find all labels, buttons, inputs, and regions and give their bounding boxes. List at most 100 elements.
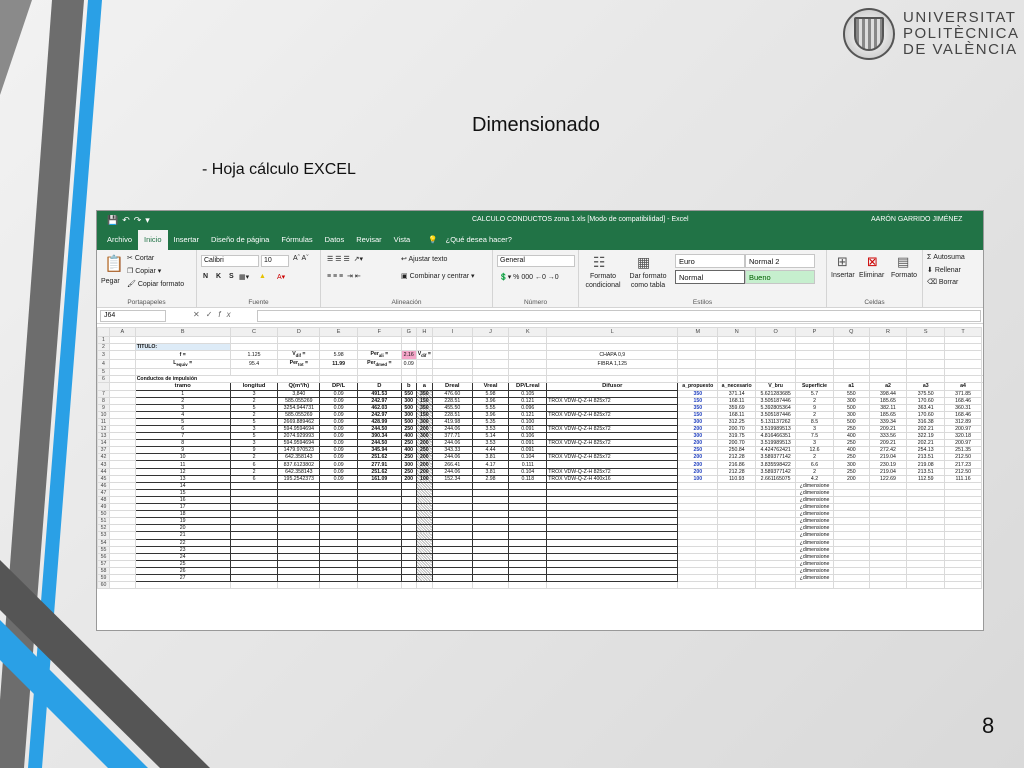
cell-dpl[interactable]: 0.09 [319, 403, 358, 412]
column-header-T[interactable]: T [944, 327, 982, 337]
cell-vb[interactable]: 2.661165075 [755, 474, 797, 483]
cell[interactable] [471, 566, 510, 575]
cell[interactable] [546, 559, 679, 568]
cell-a4[interactable]: 168.46 [944, 396, 982, 405]
cell-long[interactable]: 5 [229, 432, 279, 441]
cell[interactable] [795, 343, 834, 352]
cell[interactable] [944, 559, 982, 568]
cell[interactable] [400, 581, 417, 590]
cell-status[interactable]: ¿dimensione [795, 481, 834, 490]
cell[interactable] [319, 531, 358, 540]
cell[interactable] [415, 538, 433, 547]
column-header-Q[interactable]: Q [832, 327, 870, 337]
cell-ap[interactable]: 150 [677, 396, 719, 405]
cell-d[interactable]: 390.34 [356, 432, 402, 441]
cell-b[interactable]: 250 [400, 424, 417, 434]
cell-ap[interactable]: 250 [677, 446, 719, 455]
cell[interactable] [546, 375, 679, 384]
cell[interactable] [944, 545, 982, 554]
column-header-B[interactable]: B [134, 327, 231, 337]
insert-cells-icon[interactable]: ⊞ [837, 254, 848, 270]
cell[interactable] [546, 335, 679, 345]
cell-b[interactable]: 250 [400, 467, 417, 476]
param-value[interactable]: 0.09 [400, 359, 417, 370]
cell[interactable] [677, 510, 719, 519]
cell[interactable] [717, 517, 757, 526]
select-all-corner[interactable] [97, 327, 110, 337]
row-header[interactable]: 57 [97, 559, 110, 568]
cell[interactable] [319, 488, 358, 497]
cell-status[interactable]: ¿dimensione [795, 559, 834, 568]
cell[interactable] [906, 581, 946, 590]
cell-dif[interactable] [546, 432, 679, 441]
cell-dpl[interactable]: 0.09 [319, 446, 358, 455]
cell[interactable] [832, 495, 870, 505]
cell-dreal[interactable]: 455.50 [431, 403, 473, 412]
cell[interactable] [319, 552, 358, 561]
cell[interactable] [356, 495, 402, 505]
cell-a3[interactable]: 375.50 [906, 389, 946, 398]
copy-button[interactable]: ❐ Copiar ▾ [127, 267, 161, 275]
cell-a1[interactable]: 300 [832, 460, 870, 469]
cell[interactable] [944, 552, 982, 561]
cell[interactable] [471, 343, 510, 352]
cell-dreal[interactable]: 228.51 [431, 396, 473, 405]
cell-a[interactable]: 100 [415, 474, 433, 483]
param-label[interactable]: f = [134, 350, 231, 361]
cell-dplr[interactable]: 0.121 [508, 396, 548, 405]
cell[interactable] [400, 552, 417, 561]
cell[interactable] [677, 375, 719, 384]
cell[interactable] [108, 446, 136, 455]
cell-d[interactable]: 244.50 [356, 424, 402, 434]
cell-a4[interactable]: 200.97 [944, 424, 982, 434]
cell[interactable] [108, 439, 136, 448]
cell[interactable] [944, 510, 982, 519]
cell[interactable] [868, 481, 908, 490]
cell[interactable] [546, 566, 679, 575]
cell[interactable] [868, 359, 908, 370]
cell-a2[interactable]: 398.44 [868, 389, 908, 398]
cell[interactable] [431, 566, 473, 575]
cell[interactable] [319, 495, 358, 505]
clear-button[interactable]: ⌫ Borrar [927, 278, 958, 286]
cell-dpl[interactable]: 0.09 [319, 474, 358, 483]
cell[interactable] [795, 375, 834, 384]
cell[interactable] [471, 350, 510, 361]
cell[interactable] [108, 335, 136, 345]
cell-dif[interactable]: TROX VDW-Q-Z-H 825x72 [546, 439, 679, 448]
column-header-L[interactable]: L [546, 327, 679, 337]
cell-ap[interactable]: 200 [677, 467, 719, 476]
cell-a1[interactable]: 250 [832, 439, 870, 448]
cell[interactable] [356, 503, 402, 512]
column-title[interactable]: a3 [906, 382, 946, 391]
delete-cells-button[interactable]: Eliminar [859, 272, 884, 279]
cell[interactable] [471, 531, 510, 540]
row-header[interactable]: 5 [97, 368, 110, 377]
column-title[interactable]: tramo [134, 382, 231, 391]
cell[interactable] [356, 524, 402, 533]
cell[interactable] [906, 566, 946, 575]
cell[interactable] [717, 350, 757, 361]
cell[interactable] [431, 335, 473, 345]
cell[interactable] [471, 552, 510, 561]
column-title[interactable]: Superficie [795, 382, 834, 391]
cell-a1[interactable]: 250 [832, 424, 870, 434]
cell-a[interactable]: 350 [415, 403, 433, 412]
cell-dreal[interactable]: 377.71 [431, 432, 473, 441]
column-title[interactable]: DP/Lreal [508, 382, 548, 391]
cell[interactable] [431, 503, 473, 512]
row-header[interactable]: 11 [97, 417, 110, 427]
cell-tramo[interactable]: 21 [134, 531, 231, 540]
cell[interactable] [868, 559, 908, 568]
cell-dreal[interactable]: 228.51 [431, 410, 473, 419]
cell[interactable] [108, 488, 136, 497]
cell[interactable] [356, 488, 402, 497]
cell[interactable] [108, 403, 136, 412]
cell-a[interactable]: 150 [415, 396, 433, 405]
cell-dplr[interactable]: 0.104 [508, 467, 548, 476]
cell[interactable] [832, 531, 870, 540]
cell[interactable] [277, 559, 321, 568]
cell-dreal[interactable]: 419.98 [431, 417, 473, 427]
cell-q[interactable]: 195.2542373 [277, 474, 321, 483]
cell[interactable] [229, 343, 279, 352]
